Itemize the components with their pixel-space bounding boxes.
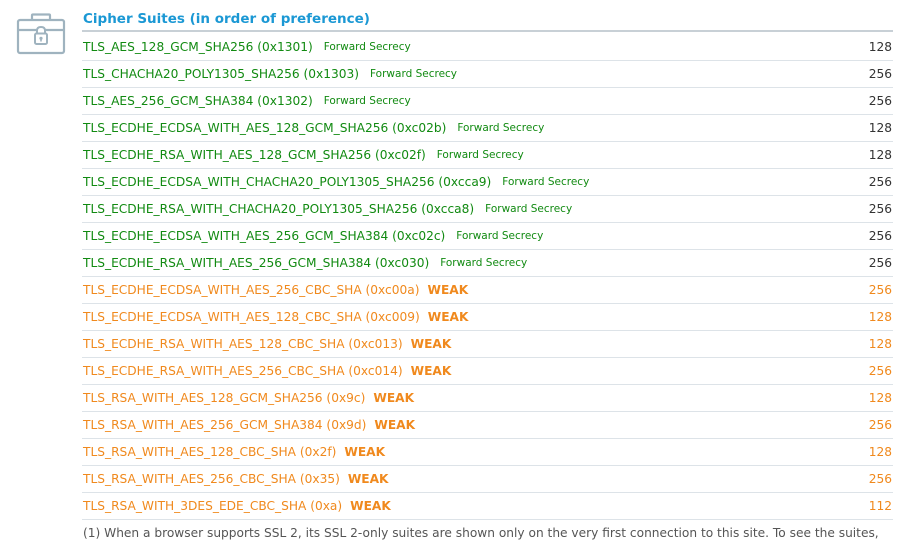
weak-badge: WEAK xyxy=(344,445,386,459)
cipher-suite-name: TLS_ECDHE_RSA_WITH_AES_128_GCM_SHA256 (0… xyxy=(83,148,426,162)
key-bits: 256 xyxy=(868,364,892,378)
weak-badge: WEAK xyxy=(410,364,452,378)
forward-secrecy-badge: Forward Secrecy xyxy=(502,176,590,188)
forward-secrecy-badge: Forward Secrecy xyxy=(485,203,573,215)
weak-badge: WEAK xyxy=(350,499,391,513)
cipher-suite-name: TLS_ECDHE_RSA_WITH_AES_256_GCM_SHA384 (0… xyxy=(83,256,430,270)
table-row: TLS_ECDHE_RSA_WITH_AES_256_CBC_SHA (0xc0… xyxy=(82,358,893,385)
forward-secrecy-badge: Forward Secrecy xyxy=(456,230,544,242)
cipher-suite-name: TLS_RSA_WITH_3DES_EDE_CBC_SHA (0xa) xyxy=(83,499,343,513)
table-row: TLS_ECDHE_RSA_WITH_AES_128_CBC_SHA (0xc0… xyxy=(82,331,893,358)
weak-badge: WEAK xyxy=(373,391,415,405)
cipher-suite-name: TLS_CHACHA20_POLY1305_SHA256 (0x1303) xyxy=(83,67,360,81)
table-row: TLS_ECDHE_RSA_WITH_CHACHA20_POLY1305_SHA… xyxy=(82,196,893,223)
cipher-suite-name: TLS_ECDHE_RSA_WITH_AES_128_CBC_SHA (0xc0… xyxy=(83,337,403,351)
table-row: TLS_RSA_WITH_AES_256_CBC_SHA (0x35) WEAK 2… xyxy=(82,466,893,493)
table-row: TLS_ECDHE_ECDSA_WITH_AES_256_CBC_SHA (0x… xyxy=(82,277,893,304)
key-bits: 256 xyxy=(868,256,892,270)
cipher-suite-name: TLS_AES_256_GCM_SHA384 (0x1302) xyxy=(83,94,313,108)
weak-badge: WEAK xyxy=(347,472,389,486)
cipher-suite-name: TLS_ECDHE_ECDSA_WITH_CHACHA20_POLY1305_S… xyxy=(83,175,492,189)
weak-badge: WEAK xyxy=(410,337,452,351)
forward-secrecy-badge: Forward Secrecy xyxy=(370,68,458,80)
cipher-suite-name: TLS_RSA_WITH_AES_256_GCM_SHA384 (0x9d) xyxy=(83,418,367,432)
key-bits: 128 xyxy=(868,310,892,324)
cipher-suite-name: TLS_ECDHE_ECDSA_WITH_AES_128_CBC_SHA (0x… xyxy=(83,310,420,324)
table-row: TLS_ECDHE_RSA_WITH_AES_128_GCM_SHA256 (0… xyxy=(82,142,893,169)
key-bits: 128 xyxy=(868,148,892,162)
key-bits: 128 xyxy=(868,40,892,54)
key-bits: 256 xyxy=(868,175,892,189)
weak-badge: WEAK xyxy=(374,418,416,432)
table-row: TLS_RSA_WITH_3DES_EDE_CBC_SHA (0xa) WEAK 1… xyxy=(82,493,893,520)
weak-badge: WEAK xyxy=(427,310,469,324)
table-row: TLS_ECDHE_ECDSA_WITH_AES_128_GCM_SHA256 … xyxy=(82,115,893,142)
table-row: TLS_ECDHE_ECDSA_WITH_CHACHA20_POLY1305_S… xyxy=(82,169,893,196)
key-bits: 256 xyxy=(868,94,892,108)
key-bits: 112 xyxy=(868,499,892,513)
cipher-suite-name: TLS_AES_128_GCM_SHA256 (0x1301) xyxy=(83,40,313,54)
cipher-suite-list: TLS_AES_128_GCM_SHA256 (0x1301) Forward S… xyxy=(82,34,893,520)
cipher-suite-name: TLS_ECDHE_ECDSA_WITH_AES_256_GCM_SHA384 … xyxy=(83,229,446,243)
table-row: TLS_RSA_WITH_AES_256_GCM_SHA384 (0x9d) WE… xyxy=(82,412,893,439)
toolbox-lock-icon xyxy=(16,13,66,55)
forward-secrecy-badge: Forward Secrecy xyxy=(436,149,524,161)
key-bits: 256 xyxy=(868,229,892,243)
cipher-suites-section: Cipher Suites (in order of preference) T… xyxy=(82,8,893,540)
forward-secrecy-badge: Forward Secrecy xyxy=(323,41,411,53)
cipher-suite-name: TLS_RSA_WITH_AES_128_CBC_SHA (0x2f) xyxy=(83,445,337,459)
table-row: TLS_AES_128_GCM_SHA256 (0x1301) Forward S… xyxy=(82,34,893,61)
forward-secrecy-badge: Forward Secrecy xyxy=(440,257,528,269)
cipher-suite-name: TLS_ECDHE_RSA_WITH_CHACHA20_POLY1305_SHA… xyxy=(83,202,475,216)
table-row: TLS_ECDHE_RSA_WITH_AES_256_GCM_SHA384 (0… xyxy=(82,250,893,277)
key-bits: 128 xyxy=(868,121,892,135)
table-row: TLS_ECDHE_ECDSA_WITH_AES_256_GCM_SHA384 … xyxy=(82,223,893,250)
cipher-suite-name: TLS_RSA_WITH_AES_256_CBC_SHA (0x35) xyxy=(83,472,340,486)
cipher-suite-name: TLS_ECDHE_ECDSA_WITH_AES_256_CBC_SHA (0x… xyxy=(83,283,420,297)
key-bits: 256 xyxy=(868,418,892,432)
key-bits: 256 xyxy=(868,67,892,81)
table-row: TLS_AES_256_GCM_SHA384 (0x1302) Forward S… xyxy=(82,88,893,115)
table-row: TLS_CHACHA20_POLY1305_SHA256 (0x1303) For… xyxy=(82,61,893,88)
table-row: TLS_RSA_WITH_AES_128_GCM_SHA256 (0x9c) WE… xyxy=(82,385,893,412)
key-bits: 128 xyxy=(868,337,892,351)
key-bits: 128 xyxy=(868,445,892,459)
cipher-suite-name: TLS_ECDHE_RSA_WITH_AES_256_CBC_SHA (0xc0… xyxy=(83,364,403,378)
key-bits: 256 xyxy=(868,202,892,216)
cipher-suite-name: TLS_ECDHE_ECDSA_WITH_AES_128_GCM_SHA256 … xyxy=(83,121,447,135)
section-title: Cipher Suites (in order of preference) xyxy=(82,8,893,32)
table-row: TLS_RSA_WITH_AES_128_CBC_SHA (0x2f) WEAK 1… xyxy=(82,439,893,466)
key-bits: 256 xyxy=(868,283,892,297)
cipher-suite-name: TLS_RSA_WITH_AES_128_GCM_SHA256 (0x9c) xyxy=(83,391,366,405)
weak-badge: WEAK xyxy=(427,283,469,297)
forward-secrecy-badge: Forward Secrecy xyxy=(323,95,411,107)
table-row: TLS_ECDHE_ECDSA_WITH_AES_128_CBC_SHA (0x… xyxy=(82,304,893,331)
key-bits: 256 xyxy=(868,472,892,486)
forward-secrecy-badge: Forward Secrecy xyxy=(457,122,545,134)
footnote: (1) When a browser supports SSL 2, its S… xyxy=(83,526,879,540)
key-bits: 128 xyxy=(868,391,892,405)
